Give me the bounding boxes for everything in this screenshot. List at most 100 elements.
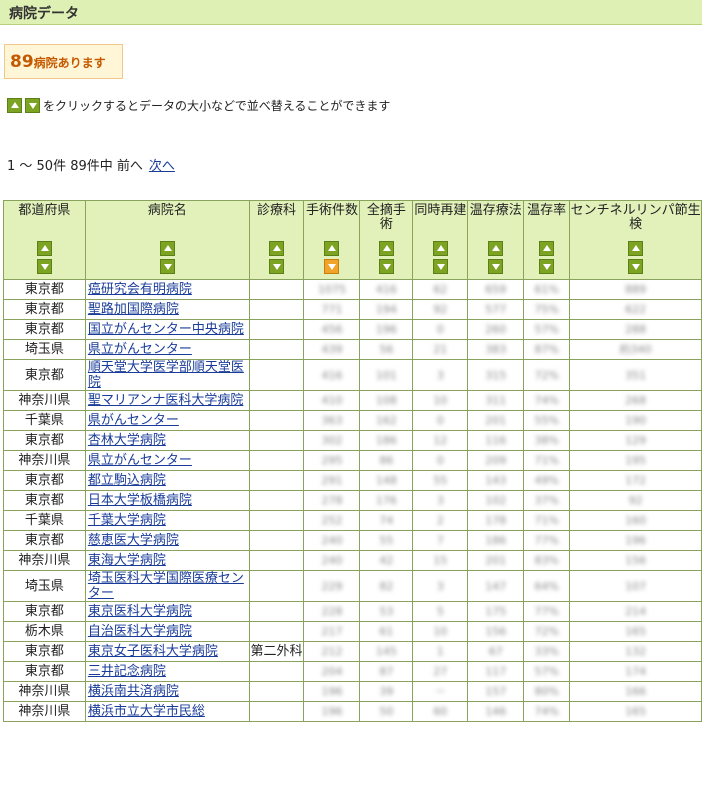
sort-ascending-icon[interactable] [324,241,340,256]
stat-cell: 165 [569,701,702,722]
hospital-link[interactable]: 都立駒込病院 [88,473,166,488]
hospital-name-cell[interactable]: 癌研究会有明病院 [84,279,250,300]
sort-up-icon [7,98,22,113]
sort-descending-icon[interactable] [628,259,644,274]
hospital-link[interactable]: 聖路加国際病院 [88,302,179,317]
hospital-name-cell[interactable]: 慈恵医大学病院 [84,530,250,551]
sort-ascending-icon[interactable] [488,241,504,256]
hospital-name-cell[interactable]: 横浜南共済病院 [84,681,250,702]
stat-cell: 622 [569,299,702,320]
sort-descending-icon[interactable] [324,259,340,274]
hospital-link[interactable]: 埼玉医科大学国際医療センター [88,571,244,601]
stat-cell: 132 [569,641,702,662]
hospital-name-cell[interactable]: 聖路加国際病院 [84,299,250,320]
stat-cell: 108 [359,390,414,411]
prefecture-cell: 神奈川県 [3,550,86,571]
sort-ascending-icon[interactable] [432,241,448,256]
stat-cell: 288 [569,319,702,340]
stat-cell: 186 [359,430,414,451]
table-row: 東京都 癌研究会有明病院 1075 416 62 659 61% 889 [3,279,702,300]
stat-cell: 101 [359,359,414,391]
hospital-link[interactable]: 杏林大学病院 [88,433,166,448]
hospital-name-cell[interactable]: 順天堂大学医学部順天堂医院 [84,359,250,391]
sort-ascending-icon[interactable] [269,241,285,256]
pagination: 1 〜 50件 89件中 前へ 次へ [7,155,175,174]
sort-descending-icon[interactable] [432,259,448,274]
hospital-link[interactable]: 横浜南共済病院 [88,684,179,699]
hospital-name-cell[interactable]: 三井記念病院 [84,661,250,682]
hospital-link[interactable]: 日本大学板橋病院 [88,493,192,508]
sort-descending-icon[interactable] [488,259,504,274]
sort-descending-icon[interactable] [378,259,394,274]
department-cell: 第二外科 [248,641,305,662]
hospital-link[interactable]: 自治医科大学病院 [88,624,192,639]
stat-cell: 1075 [303,279,361,300]
hospital-name-cell[interactable]: 千葉大学病院 [84,510,250,531]
stat-cell: 72% [523,359,571,391]
sort-ascending-icon[interactable] [539,241,555,256]
department-cell [248,621,305,642]
stat-cell: 75% [523,299,571,320]
hospital-link[interactable]: 聖マリアンナ医科大学病院 [88,393,243,408]
hospital-table: 都道府県 病院名 診療科 手術件数 全摘手術 同時再建 温存療法 温存率 センチネルリンパ節生検… [3,200,702,722]
sort-ascending-icon[interactable] [378,241,394,256]
hospital-link[interactable]: 東海大学病院 [88,553,166,568]
stat-cell: 2 [412,510,469,531]
hospital-name-cell[interactable]: 県がんセンター [84,410,250,431]
sort-descending-icon[interactable] [269,259,285,274]
hospital-link[interactable]: 横浜市立大学市民総 [88,704,205,719]
hospital-link[interactable]: 順天堂大学医学部順天堂医院 [88,360,244,390]
sort-descending-icon[interactable] [36,259,52,274]
prefecture-cell: 神奈川県 [3,701,86,722]
sort-descending-icon[interactable] [539,259,555,274]
hospital-name-cell[interactable]: 埼玉医科大学国際医療センター [84,570,250,602]
sort-controls [524,241,569,274]
stat-cell: 214 [569,601,702,622]
table-row: 東京都 聖路加国際病院 771 194 92 577 75% 622 [3,299,702,320]
department-cell [248,661,305,682]
hospital-name-cell[interactable]: 東京女子医科大学病院 [84,641,250,662]
stat-cell: 39 [359,681,414,702]
hospital-name-cell[interactable]: 横浜市立大学市民総 [84,701,250,722]
hospital-link[interactable]: 慈恵医大学病院 [88,533,179,548]
stat-cell: 410 [303,390,361,411]
hospital-name-cell[interactable]: 杏林大学病院 [84,430,250,451]
hospital-name-cell[interactable]: 聖マリアンナ医科大学病院 [84,390,250,411]
stat-cell: 87% [523,339,571,360]
table-row: 神奈川県 東海大学病院 240 42 15 201 83% 156 [3,550,702,571]
sort-ascending-icon[interactable] [628,241,644,256]
hospital-link[interactable]: 癌研究会有明病院 [88,282,192,297]
hospital-link[interactable]: 県立がんセンター [88,342,192,357]
sort-ascending-icon[interactable] [159,241,175,256]
hospital-name-cell[interactable]: 東海大学病院 [84,550,250,571]
hospital-link[interactable]: 東京女子医科大学病院 [88,644,218,659]
next-page-link[interactable]: 次へ [149,159,175,174]
hospital-link[interactable]: 千葉大学病院 [88,513,166,528]
hospital-link[interactable]: 国立がんセンター中央病院 [88,322,244,337]
stat-cell: 3 [412,490,469,511]
hospital-name-cell[interactable]: 国立がんセンター中央病院 [84,319,250,340]
hospital-name-cell[interactable]: 県立がんセンター [84,339,250,360]
stat-cell: 5 [412,601,469,622]
hospital-name-cell[interactable]: 県立がんセンター [84,450,250,471]
table-row: 東京都 都立駒込病院 291 148 55 143 49% 172 [3,470,702,491]
prefecture-cell: 東京都 [3,359,86,391]
stat-cell: 157 [467,681,525,702]
sort-ascending-icon[interactable] [36,241,52,256]
hospital-link[interactable]: 県がんセンター [88,413,179,428]
hospital-link[interactable]: 東京医科大学病院 [88,604,192,619]
hospital-name-cell[interactable]: 自治医科大学病院 [84,621,250,642]
hospital-link[interactable]: 県立がんセンター [88,453,192,468]
stat-cell: 10 [412,621,469,642]
hospital-name-cell[interactable]: 東京医科大学病院 [84,601,250,622]
hospital-name-cell[interactable]: 日本大学板橋病院 [84,490,250,511]
stat-cell: － [412,681,469,702]
stat-cell: 195 [569,450,702,471]
stat-cell: 172 [569,470,702,491]
stat-cell: 107 [569,570,702,602]
stat-cell: 15 [412,550,469,571]
hospital-name-cell[interactable]: 都立駒込病院 [84,470,250,491]
hospital-link[interactable]: 三井記念病院 [88,664,166,679]
department-cell [248,570,305,602]
sort-descending-icon[interactable] [159,259,175,274]
